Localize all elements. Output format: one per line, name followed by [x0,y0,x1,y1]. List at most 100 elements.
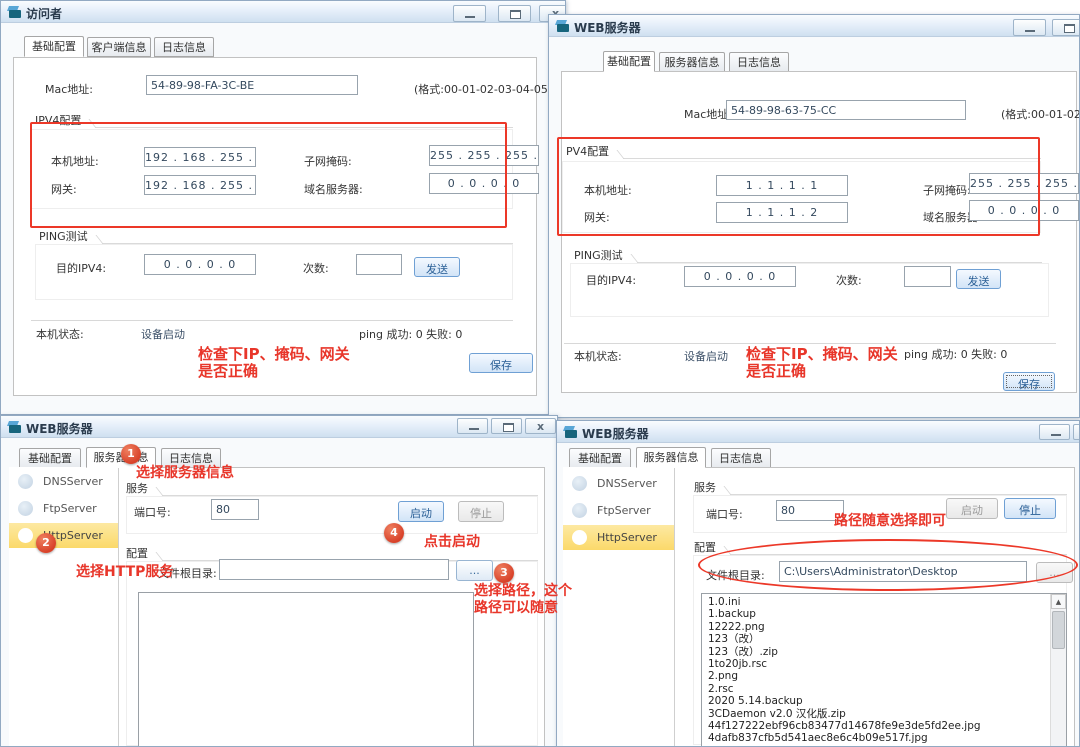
service-group-header: 服务 [694,481,1067,495]
minimize-button[interactable] [1013,19,1046,36]
device-status-value: 设备启动 [141,328,185,341]
mac-address-label: Mac地址: [45,83,93,96]
device-status-value: 设备启动 [684,350,728,363]
titlebar[interactable]: WEB服务器 [549,15,1079,37]
tab-basic-config[interactable]: 基础配置 [569,448,631,468]
file-list-item[interactable]: 2.rsc [708,683,1066,695]
server-item-label: FtpServer [597,504,651,517]
server-list-item-ftpserver[interactable]: FtpServer [9,496,118,521]
port-field[interactable]: 80 [211,499,259,520]
file-list[interactable] [138,592,474,746]
annotation-check-ip-line2: 是否正确 [746,362,807,380]
ping-dest-field[interactable]: 0 . 0 . 0 . 0 [144,254,256,275]
maximize-button[interactable] [1052,19,1079,36]
scrollbar-thumb[interactable] [1052,611,1065,649]
titlebar[interactable]: 访问者 x [1,1,565,23]
file-list-item[interactable]: 123（改） [708,633,1066,645]
file-list-item[interactable]: 2.png [708,670,1066,682]
send-button[interactable]: 发送 [414,257,460,277]
tab-server-info[interactable]: 服务器信息 [636,447,706,468]
titlebar[interactable]: WEB服务器 x [1,416,557,438]
tab-log-info[interactable]: 日志信息 [711,448,771,468]
mac-address-field[interactable]: 54-89-98-63-75-CC [726,100,966,120]
annotation-step-4-badge: 4 [384,523,404,543]
file-list-item[interactable]: 3CDaemon v2.0 汉化版.zip [708,708,1066,720]
minimize-icon [465,16,475,18]
minimize-icon [469,428,479,430]
ping-group-label: PING测试 [574,249,623,262]
device-status-label: 本机状态: [36,328,84,341]
titlebar[interactable]: WEB服务器 [557,421,1079,443]
file-list-item[interactable]: 123（改）.zip [708,646,1066,658]
start-button[interactable]: 启动 [946,498,998,519]
ping-group-label: PING测试 [39,230,88,243]
app-icon [562,426,578,438]
stop-button[interactable]: 停止 [458,501,504,522]
annotation-select-http: 选择HTTP服务 [76,564,174,580]
tab-basic-config[interactable]: 基础配置 [603,51,655,72]
server-item-label: DNSServer [597,477,657,490]
tab-basic-config[interactable]: 基础配置 [19,448,81,468]
tab-client-info[interactable]: 客户端信息 [87,37,151,57]
ping-count-label: 次数: [303,262,329,275]
window-title: WEB服务器 [582,427,649,441]
ping-count-field[interactable] [904,266,951,287]
file-list-item[interactable]: 1.backup [708,608,1066,620]
start-button[interactable]: 启动 [398,501,444,522]
file-list[interactable]: 1.0.ini 1.backup 12222.png 123（改） 123（改）… [701,593,1067,746]
server-list-item-httpserver[interactable]: HttpServer [563,525,674,550]
annotation-ellipse-root-dir [698,539,1078,591]
minimize-icon [1025,30,1035,32]
maximize-icon [1064,24,1075,33]
ping-dest-label: 目的IPV4: [56,262,107,275]
server-list-item-dnsserver[interactable]: DNSServer [563,471,674,496]
mac-address-field[interactable]: 54-89-98-FA-3C-BE [146,75,358,95]
mac-address-label: Mac地址: [684,108,732,121]
tab-server-info[interactable]: 服务器信息 [659,52,725,72]
annotation-rect-ipv4-visitor [30,122,507,228]
file-list-scrollbar[interactable]: ▲ [1050,594,1066,746]
tab-log-info[interactable]: 日志信息 [729,52,789,72]
file-list-item[interactable]: 2020 5.14.backup [708,695,1066,707]
tab-basic-config[interactable]: 基础配置 [24,36,84,57]
file-list-item[interactable]: 1to20jb.rsc [708,658,1066,670]
save-button[interactable]: 保存 [469,353,533,373]
service-group-label: 服务 [694,481,716,494]
browse-button[interactable]: ... [456,560,493,581]
server-list: DNSServer FtpServer HttpServer [563,467,675,746]
maximize-button[interactable] [498,5,531,22]
server-radio-icon [572,530,587,545]
file-list-item[interactable]: 44f127222ebf96cb83477d14678fe9e3de5fd2ee… [708,720,1066,732]
tab-log-info[interactable]: 日志信息 [154,37,214,57]
server-radio-icon [572,503,587,518]
scrollbar-up-icon[interactable]: ▲ [1051,594,1066,609]
minimize-button[interactable] [457,418,488,434]
server-list-item-dnsserver[interactable]: DNSServer [9,469,118,494]
window-title: 访问者 [26,7,63,21]
close-icon: x [536,420,545,433]
mac-format-note: (格式:00-01-02-03-04-05) [1001,108,1079,121]
send-button[interactable]: 发送 [956,269,1001,289]
file-list-item[interactable]: 1.0.ini [708,596,1066,608]
ping-count-field[interactable] [356,254,402,275]
server-list-item-httpserver[interactable]: HttpServer [9,523,118,548]
maximize-icon [503,423,514,432]
annotation-check-ip-line2: 是否正确 [198,362,259,380]
minimize-button[interactable] [1039,424,1070,440]
minimize-button[interactable] [453,5,486,22]
server-list-item-ftpserver[interactable]: FtpServer [563,498,674,523]
file-list-item[interactable]: 4dafb837cfb5d541aec8e6c4b09e517f.jpg [708,732,1066,744]
maximize-button[interactable] [1073,424,1079,440]
root-dir-field[interactable] [219,559,449,580]
status-divider [31,320,513,321]
ping-dest-label: 目的IPV4: [586,274,637,287]
file-list-item[interactable]: 12222.png [708,621,1066,633]
file-list-items: 1.0.ini 1.backup 12222.png 123（改） 123（改）… [702,594,1066,746]
ping-count-label: 次数: [836,274,862,287]
ping-dest-field[interactable]: 0 . 0 . 0 . 0 [684,266,796,287]
save-button[interactable]: 保存 [1003,372,1055,391]
maximize-button[interactable] [491,418,522,434]
config-group-label: 配置 [126,547,148,560]
close-button[interactable]: x [525,418,556,434]
stop-button[interactable]: 停止 [1004,498,1056,519]
